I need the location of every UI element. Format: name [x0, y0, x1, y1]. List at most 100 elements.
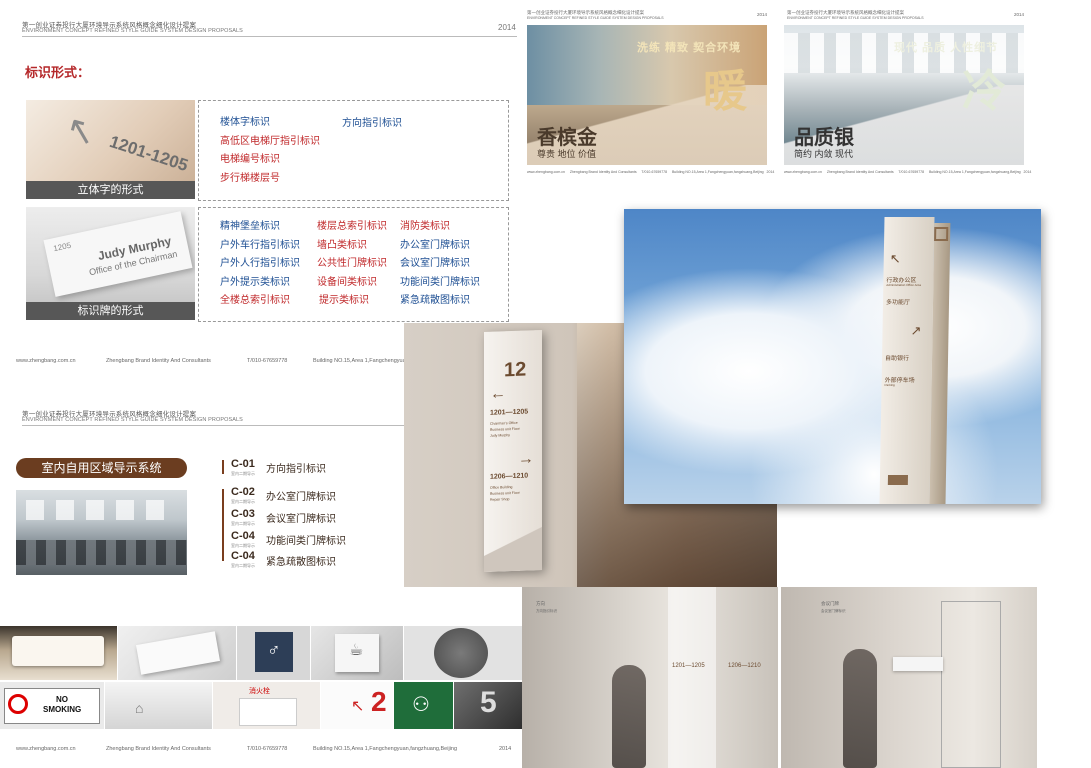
range-2: 1206—1210 [490, 472, 529, 481]
thumb-floor-number: ↖ 2 [321, 682, 393, 729]
up-arrow-icon: ↖ [351, 698, 365, 715]
totem-logo [934, 227, 949, 241]
page2-header-en: ENVIRONMENT CONCEPT REFINED STYLE GUIDE … [22, 417, 243, 423]
page1-header-rule [22, 36, 517, 37]
totem-base-logo [887, 475, 909, 485]
sky-line-2: Administration Office Area [886, 283, 921, 287]
warm-title: 香槟金 [537, 127, 597, 149]
warm-footer-company: Zhengbang Brand Identity And Consultants [569, 170, 637, 174]
page2-footer-year: 2014 [499, 746, 512, 752]
thumb-wall-plate [118, 626, 236, 680]
3d-sign-text: 1201-1205 [107, 131, 191, 176]
big-number: 2 [371, 686, 387, 717]
fire-plate [239, 698, 297, 726]
thumb-restroom-sign: ♂ [237, 626, 310, 680]
code-label: C-03 [231, 508, 255, 520]
sky-line-6: Parking [884, 383, 895, 387]
list-item: 墙凸类标识 [317, 239, 367, 251]
cool-footer: www.zhengbang.com.cn Zhengbang Brand Ide… [784, 170, 1031, 174]
list-item: 户外车行指引标识 [220, 239, 300, 251]
list-item: 户外人行指引标识 [220, 258, 300, 269]
arrow-icon: ↖ [61, 106, 102, 155]
list-item: 全楼总索引标识 [220, 295, 290, 306]
desks [16, 540, 187, 565]
page1-year: 2014 [498, 23, 516, 32]
list-item: 户外提示类标识 [220, 276, 290, 288]
thumb-no-smoking: NO SMOKING [0, 682, 104, 729]
list-item: 消防类标识 [400, 221, 450, 232]
warm-big-char: 暖 [703, 67, 747, 116]
page2-header-rule [22, 425, 404, 426]
cool-footer-year: 2014 [1023, 170, 1032, 174]
no-smoking-text-1: NO [56, 695, 68, 704]
left-arrow-icon: ← [490, 385, 506, 403]
range-1-sub3: Judy Murphy [490, 433, 511, 438]
page1-footer-company: Zhengbang Brand Identity And Consultants [106, 358, 211, 364]
glass1-cap2: 方向指引标识 [536, 609, 557, 613]
warm-subtitle: 尊贵 地位 价值 [537, 149, 597, 159]
page2-footer-company: Zhengbang Brand Identity And Consultants [106, 746, 211, 752]
cool-photo: 现代 品质 人性细节 冷 品质银 简约 内敛 现代 [784, 25, 1024, 165]
list-item: 提示类标识 [319, 295, 369, 306]
list-item: 高低区电梯厅指引标识 [220, 135, 320, 147]
sky-totem-photo: ↖ 行政办公区 Administration Office Area 多功能厅 … [624, 209, 1041, 504]
no-smoking-text-2: SMOKING [43, 705, 82, 714]
list-item: 电梯编号标识 [220, 154, 280, 165]
cool-header-en: ENVIRONMENT CONCEPT REFINED STYLE GUIDE … [787, 16, 924, 20]
sign-type-box-2: 精神堡垒标识 户外车行指引标识 户外人行指引标识 户外提示类标识 全楼总索引标识… [198, 207, 509, 322]
cool-year: 2014 [1014, 12, 1025, 17]
outdoor-totem: ↖ 行政办公区 Administration Office Area 多功能厅 … [879, 217, 951, 504]
wall-totem: 12 ← 1201—1205 Chairman's Office Busines… [484, 329, 542, 573]
code-sub: 室内二期导示 [231, 499, 255, 504]
warm-footer-year: 2014 [766, 170, 775, 174]
section-title: 标识形式： [25, 65, 91, 80]
totem-bevel [484, 509, 542, 573]
up-right-arrow-icon: ↗ [910, 323, 922, 338]
up-left-arrow-icon: ↖ [889, 251, 901, 266]
code-bar [222, 489, 224, 561]
range-2-sub1: Office Building [490, 485, 513, 490]
cool-footer-address: Building NO.15,Area 1,Fangchengyuan,fang… [928, 170, 1021, 174]
person-silhouette [843, 649, 877, 768]
photo-3d-letters: ↖ 1201-1205 立体字的形式 [26, 100, 195, 199]
code-name: 紧急疏散图标识 [266, 557, 336, 568]
box2-col1: 精神堡垒标识 户外车行指引标识 户外人行指引标识 户外提示类标识 全楼总索引标识 [220, 218, 300, 311]
hanging-plate [12, 636, 104, 666]
list-item: 楼体字标识 [220, 117, 270, 128]
warm-photo: 洗练 精致 契合环境 暖 香槟金 尊贵 地位 价值 [527, 25, 767, 165]
cool-footer-website: www.zhengbang.com.cn [784, 170, 822, 174]
code-bar [222, 460, 224, 474]
warm-footer-website: www.zhengbang.com.cn [527, 170, 565, 174]
cool-footer-company: Zhengbang Brand Identity And Consultants [826, 170, 894, 174]
code-sub: 室内二期导示 [231, 563, 255, 568]
section-pill-title: 室内自用区域导示系统 [16, 458, 187, 478]
code-label: C-02 [231, 486, 255, 498]
totem-number: 12 [504, 358, 527, 382]
code-label: C-04 [231, 530, 255, 542]
box1-col1: 楼体字标识 高低区电梯厅指引标识 电梯编号标识 步行梯楼层号 [220, 114, 320, 188]
warm-footer: www.zhengbang.com.cn Zhengbang Brand Ide… [527, 170, 774, 174]
page2-footer-address: Building NO.15,Area 1,Fangchengyuan,fang… [313, 746, 458, 752]
wall-plate [136, 631, 220, 675]
office-photo [16, 490, 187, 575]
range-1: 1201—1205 [490, 408, 529, 417]
list-item: 公共性门牌标识 [317, 258, 387, 269]
range-1-sub2: Business unit Floor [490, 426, 520, 432]
house-icon: ⌂ [135, 700, 144, 716]
box2-col2: 楼层总索引标识 墙凸类标识 公共性门牌标识 设备间类标识 提示类标识 [317, 218, 387, 311]
page1-footer-website: www.zhengbang.com.cn [16, 358, 76, 364]
photo1-caption: 立体字的形式 [26, 181, 195, 199]
warm-concept-panel: 第一创业证券投行大厦环境导示系统风格概念细化设计提案 ENVIRONMENT C… [527, 8, 774, 180]
list-item: 功能间类门牌标识 [400, 276, 480, 288]
thumb-hanging-sign [0, 626, 117, 680]
totem-side [929, 223, 951, 504]
page1-footer-tel: T/010-67659778 [247, 358, 288, 364]
thumb-exit-sign: ⚇ [394, 682, 453, 729]
cool-subtitle: 简约 内敛 现代 [794, 149, 854, 159]
glass2-cap2: 会议室门牌标识 [821, 609, 846, 613]
cool-slogan: 现代 品质 人性细节 [894, 42, 999, 54]
code-label: C-01 [231, 458, 255, 470]
page1-document: 第一创业证券投行大厦环境导示系统风格概念细化设计提案 ENVIRONMENT C… [0, 0, 522, 370]
photo-nameplate: 1205 Judy Murphy Office of the Chairman … [26, 207, 195, 320]
code-name: 办公室门牌标识 [266, 492, 336, 503]
